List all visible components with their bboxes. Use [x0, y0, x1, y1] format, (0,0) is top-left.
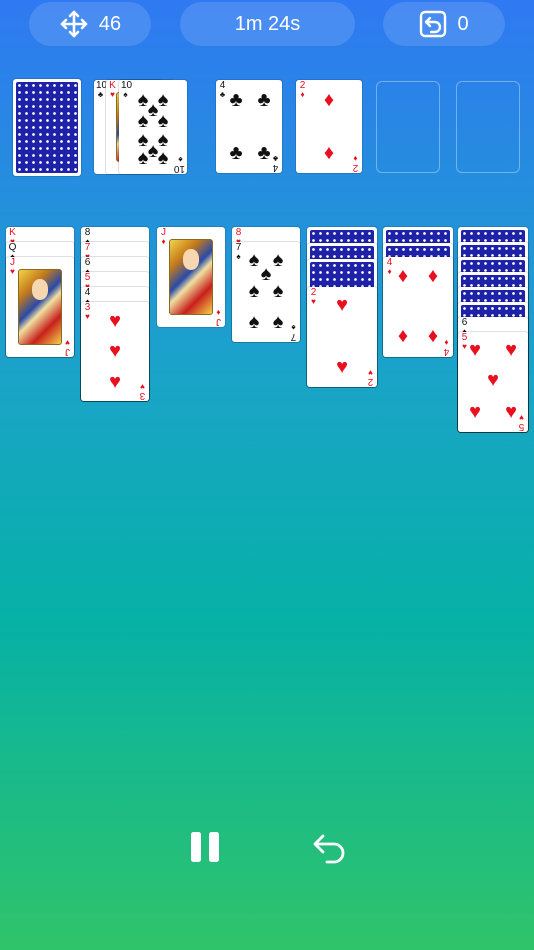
- card-rank: 7: [290, 331, 297, 342]
- suit-pip: ♥: [336, 294, 348, 316]
- tableau-top-card[interactable]: J ♦ J ♦: [157, 227, 225, 327]
- card-rank: 3: [84, 302, 91, 313]
- undo-arrow-icon: [313, 834, 345, 864]
- suit-pip: ♠: [272, 280, 284, 302]
- stock-pile[interactable]: [13, 79, 81, 176]
- card-rank: K: [109, 80, 116, 91]
- card-suit: ♠: [123, 90, 128, 99]
- card-rank: 10: [121, 80, 133, 91]
- suit-pip: ♥: [487, 369, 499, 391]
- suit-pip: ♦: [427, 265, 439, 287]
- card-suit: ♦: [161, 237, 166, 246]
- card-rank: 7: [84, 242, 91, 253]
- suit-pip: ♦: [397, 325, 409, 347]
- foundation-slot-empty[interactable]: [376, 81, 440, 173]
- card-suit: ♠: [291, 323, 296, 332]
- card-suit: ♥: [85, 312, 90, 321]
- waste-top-card[interactable]: 10 ♠ 10 ♠ ♠ ♠ ♠ ♠ ♠ ♠ ♠ ♠ ♠ ♠: [119, 80, 187, 174]
- card-rank: 3: [139, 390, 146, 401]
- suit-pip: ♦: [323, 142, 335, 164]
- card-rank: 6: [84, 257, 91, 268]
- suit-pip: ♠: [248, 280, 260, 302]
- suit-pip: ♣: [229, 89, 243, 111]
- suit-pip: ♦: [427, 325, 439, 347]
- card-suit: ♥: [311, 297, 316, 306]
- suit-pip: ♥: [469, 401, 481, 423]
- suit-pip: ♠: [248, 311, 260, 333]
- card-suit: ♥: [140, 382, 145, 391]
- card-suit: ♥: [368, 368, 373, 377]
- foundation-diamonds[interactable]: 2 ♦ 2 ♦ ♦ ♦: [296, 80, 362, 173]
- undo-button[interactable]: [310, 828, 350, 875]
- suit-pip: ♥: [109, 310, 121, 332]
- foundation-clubs[interactable]: 4 ♣ 4 ♣ ♣ ♣ ♣ ♣: [216, 80, 282, 173]
- undo-counter: 0: [383, 2, 505, 46]
- suit-pip: ♠: [137, 110, 149, 132]
- card-rank: 10: [173, 163, 185, 174]
- tableau-top-card[interactable]: 2 ♥ 2 ♥ ♥ ♥: [307, 287, 377, 387]
- suit-pip: ♠: [157, 110, 169, 132]
- card-rank: J: [161, 227, 166, 238]
- suit-pip: ♥: [505, 339, 517, 361]
- card-rank: J: [65, 346, 70, 357]
- move-arrows-icon: [60, 10, 88, 38]
- suit-pip: ♥: [469, 339, 481, 361]
- tableau-top-card[interactable]: J ♥ J ♥: [6, 257, 74, 357]
- card-rank: 5: [518, 421, 525, 432]
- card-rank: J: [216, 316, 221, 327]
- timer-value: 1m 24s: [234, 12, 301, 35]
- suit-pip: ♠: [157, 147, 169, 169]
- suit-pip: ♦: [323, 89, 335, 111]
- card-rank: 2: [352, 162, 359, 173]
- card-suit: ♥: [10, 267, 15, 276]
- card-rank: 6: [461, 317, 468, 328]
- tableau-top-card[interactable]: 3 ♥ 3 ♥ ♥ ♥ ♥: [81, 302, 149, 401]
- card-rank: K: [9, 227, 16, 238]
- tableau-top-card[interactable]: 4 ♦ 4 ♦ ♦ ♦ ♦ ♦: [383, 257, 453, 357]
- card-rank: 10: [96, 80, 108, 91]
- court-card-art: [169, 239, 213, 315]
- tableau-top-card[interactable]: 5 ♥ 5 ♥ ♥ ♥ ♥ ♥ ♥: [458, 332, 528, 432]
- pause-button[interactable]: [186, 828, 224, 873]
- suit-pip: ♥: [505, 401, 517, 423]
- moves-value: 46: [98, 12, 122, 35]
- suit-pip: ♣: [257, 89, 271, 111]
- suit-pip: ♣: [257, 142, 271, 164]
- undo-value: 0: [457, 12, 469, 35]
- card-rank: 2: [299, 80, 306, 91]
- suit-pip: ♠: [137, 147, 149, 169]
- timer-display: 1m 24s: [180, 2, 355, 46]
- card-rank: 4: [219, 80, 226, 91]
- suit-pip: ♦: [397, 265, 409, 287]
- suit-pip: ♥: [336, 356, 348, 378]
- card-suit: ♥: [65, 338, 70, 347]
- card-suit: ♦: [300, 90, 305, 99]
- card-rank: J: [10, 257, 15, 268]
- card-suit: ♠: [236, 252, 241, 261]
- foundation-slot-empty[interactable]: [456, 81, 520, 173]
- pause-icon: [191, 832, 219, 862]
- tableau-top-card[interactable]: 7 ♠ 7 ♠ ♠ ♠ ♠ ♠ ♠ ♠ ♠: [232, 242, 300, 342]
- card-rank: 8: [235, 227, 242, 238]
- suit-pip: ♣: [229, 142, 243, 164]
- court-card-art: [18, 269, 62, 345]
- card-rank: 8: [84, 227, 91, 238]
- card-rank: 4: [84, 287, 91, 298]
- card-rank: 2: [310, 287, 317, 298]
- card-rank: 2: [367, 376, 374, 387]
- card-rank: 5: [84, 272, 91, 283]
- card-suit: ♣: [97, 90, 104, 99]
- suit-pip: ♥: [109, 340, 121, 362]
- undo-box-icon: [420, 10, 447, 38]
- card-rank: 7: [235, 242, 242, 253]
- suit-pip: ♠: [272, 311, 284, 333]
- suit-pip: ♥: [109, 371, 121, 393]
- card-rank: 4: [443, 346, 450, 357]
- card-rank: Q: [8, 242, 17, 253]
- card-rank: 4: [272, 162, 279, 173]
- moves-counter: 46: [29, 2, 151, 46]
